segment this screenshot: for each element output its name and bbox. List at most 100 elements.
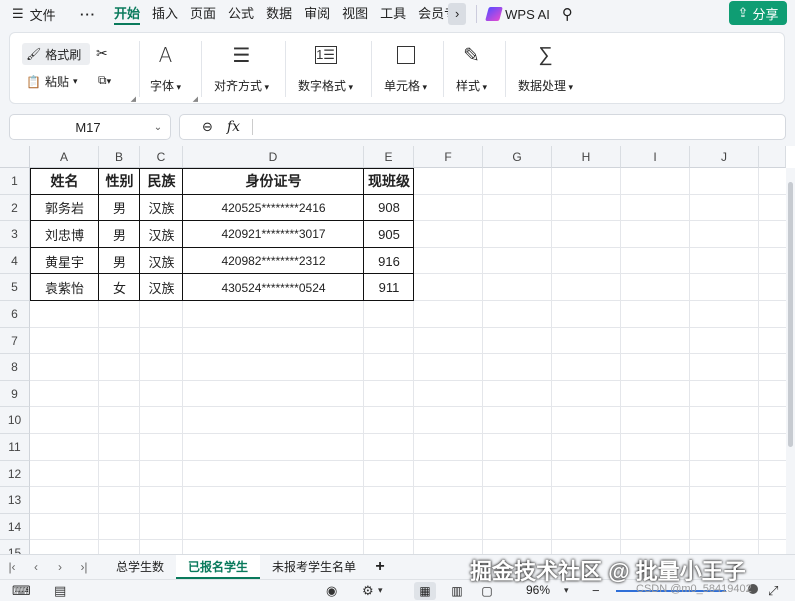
tab-member[interactable]: 会员专 [412,0,448,28]
tab-data[interactable]: 数据 [260,0,298,28]
row-header[interactable]: 4 [0,247,30,275]
eye-protect-icon[interactable]: ◉ [326,583,337,599]
align-button[interactable]: ☰ 对齐方式 ▾ [214,41,269,94]
row-header[interactable]: 5 [0,274,30,301]
add-sheet-icon[interactable]: + [368,558,392,576]
table-header-cell[interactable]: 身份证号 [183,168,364,195]
table-cell[interactable]: 汉族 [140,221,183,248]
page-break-view-icon[interactable]: ▥ [446,582,468,600]
scrollbar-thumb[interactable] [788,182,793,447]
row-header[interactable]: 9 [0,380,30,408]
sheet-tab-registered[interactable]: 已报名学生 [176,554,261,579]
select-all-corner[interactable] [0,146,30,168]
search-icon[interactable]: ⚲ [562,5,573,23]
settings-icon[interactable]: ⚙ [362,583,374,599]
tab-formula[interactable]: 公式 [222,0,260,28]
column-header[interactable]: E [364,146,414,168]
normal-view-icon[interactable]: ▦ [414,582,436,600]
column-header[interactable]: D [183,146,364,168]
cell-button[interactable]: 单元格 ▾ [384,41,427,94]
row-header[interactable]: 1 [0,168,30,195]
table-cell[interactable]: 男 [99,221,140,248]
column-header[interactable]: J [690,146,759,168]
vertical-scrollbar[interactable] [786,168,795,554]
row-header[interactable]: 7 [0,327,30,355]
row-header[interactable]: 11 [0,434,30,461]
font-button[interactable]: A 字体 ▾ [150,41,181,94]
row-header[interactable]: 3 [0,221,30,248]
macro-icon[interactable]: ⌨ [12,583,31,599]
table-cell[interactable]: 郭务岩 [30,195,99,222]
table-cell[interactable]: 汉族 [140,195,183,222]
share-button[interactable]: ⇪ 分享 [729,1,787,25]
wps-ai-button[interactable]: WPS AI [485,7,550,22]
row-header[interactable]: 12 [0,460,30,488]
table-cell[interactable]: 女 [99,274,140,301]
number-format-button[interactable]: 1☰ 数字格式 ▾ [298,41,353,94]
chevron-down-icon[interactable]: ▾ [564,585,569,596]
chevron-right-icon[interactable]: › [448,3,467,25]
style-button[interactable]: ✎ 样式 ▾ [456,41,487,94]
formula-bar[interactable]: ⊖ fx [179,114,786,140]
column-header[interactable] [759,146,786,168]
format-painter-button[interactable]: 🖌 格式刷 [22,43,90,65]
tab-view[interactable]: 视图 [336,0,374,28]
fx-icon[interactable]: fx [227,119,240,135]
next-sheet-icon[interactable]: › [48,560,72,574]
table-header-cell[interactable]: 姓名 [30,168,99,195]
paste-button[interactable]: 📋 粘贴 ▾ [26,73,78,90]
row-header[interactable]: 14 [0,513,30,541]
table-cell[interactable]: 黄星宇 [30,248,99,275]
table-cell[interactable]: 汉族 [140,248,183,275]
row-header[interactable]: 15 [0,540,30,554]
column-header[interactable]: G [483,146,552,168]
table-cell[interactable]: 905 [364,221,414,248]
row-header[interactable]: 10 [0,407,30,434]
fullscreen-icon[interactable]: ⤢ [768,583,778,599]
tab-review[interactable]: 审阅 [298,0,336,28]
cut-icon[interactable]: ✂ [96,45,108,62]
row-header[interactable]: 6 [0,301,30,328]
table-header-cell[interactable]: 民族 [140,168,183,195]
column-header[interactable]: A [30,146,99,168]
sheet-tab-unregistered[interactable]: 未报考学生名单 [260,555,368,579]
dialog-launcher-icon[interactable]: ◢ [131,95,136,103]
spreadsheet-grid[interactable]: A B C D E F G H I J 1 2 3 4 5 6 7 8 9 10 11 12 13 14 15 姓名 性别 民族 身份证… [0,146,795,554]
first-sheet-icon[interactable]: |‹ [0,560,24,574]
tab-page[interactable]: 页面 [184,0,222,28]
column-header[interactable]: H [552,146,621,168]
table-cell[interactable]: 908 [364,195,414,222]
column-header[interactable]: C [140,146,183,168]
last-sheet-icon[interactable]: ›| [72,560,96,574]
zoom-formula-icon[interactable]: ⊖ [202,119,213,135]
chevron-down-icon[interactable]: ⌄ [146,122,170,133]
row-header[interactable]: 13 [0,487,30,514]
table-cell[interactable]: 男 [99,248,140,275]
tab-tools[interactable]: 工具 [374,0,412,28]
table-cell[interactable]: 袁紫怡 [30,274,99,301]
column-header[interactable]: B [99,146,140,168]
data-process-button[interactable]: ∑ 数据处理 ▾ [518,41,573,94]
table-cell[interactable]: 420982********2312 [183,248,364,275]
table-cell[interactable]: 911 [364,274,414,301]
tab-insert[interactable]: 插入 [146,0,184,28]
table-cell[interactable]: 汉族 [140,274,183,301]
file-menu[interactable]: ☰ 文件 [0,5,68,24]
tab-home[interactable]: 开始 [108,0,146,28]
table-cell[interactable]: 916 [364,248,414,275]
table-header-cell[interactable]: 现班级 [364,168,414,195]
table-cell[interactable]: 420921********3017 [183,221,364,248]
table-cell[interactable]: 420525********2416 [183,195,364,222]
column-header[interactable]: I [621,146,690,168]
more-menu-button[interactable]: ··· [68,7,108,22]
copy-button[interactable]: ⧉▾ [98,73,111,88]
table-cell[interactable]: 男 [99,195,140,222]
chevron-down-icon[interactable]: ▾ [378,585,383,596]
name-box[interactable]: M17 ⌄ [9,114,171,140]
table-cell[interactable]: 刘忠博 [30,221,99,248]
row-header[interactable]: 2 [0,194,30,222]
table-cell[interactable]: 430524********0524 [183,274,364,301]
dialog-launcher-icon[interactable]: ◢ [193,95,198,103]
sheet-tab-total[interactable]: 总学生数 [104,555,176,579]
prev-sheet-icon[interactable]: ‹ [24,560,48,574]
